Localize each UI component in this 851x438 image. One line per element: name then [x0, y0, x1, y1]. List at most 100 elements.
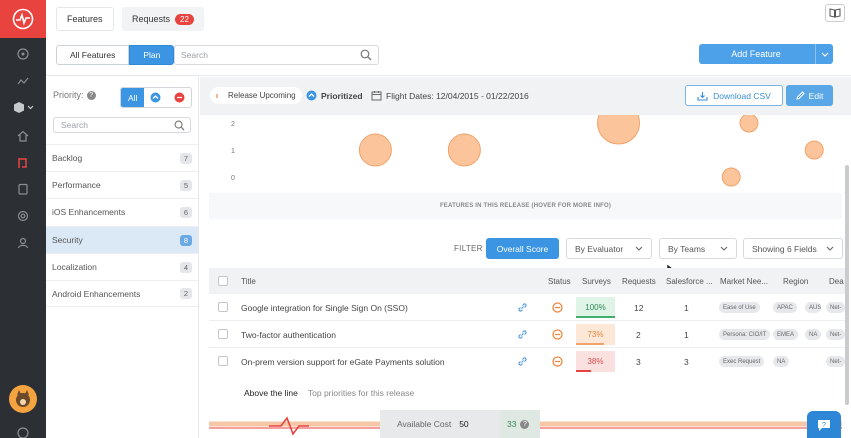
features-search-input[interactable]: Search: [174, 45, 379, 65]
priority-all-button[interactable]: All: [121, 88, 145, 107]
download-csv-label: Download CSV: [713, 90, 771, 101]
sidebar-item-label: Backlog: [52, 153, 83, 163]
tab-features[interactable]: Features: [56, 7, 114, 31]
available-cost-box: Available Cost 50 33 ?: [380, 410, 540, 438]
tab-requests[interactable]: Requests 22: [122, 7, 204, 31]
link-icon[interactable]: [517, 329, 528, 340]
filter-label: FILTER: [454, 244, 483, 253]
all-features-button[interactable]: All Features: [56, 45, 130, 65]
download-csv-button[interactable]: Download CSV: [685, 85, 783, 106]
sidebar-item-security[interactable]: Security 8: [46, 226, 198, 253]
home-icon[interactable]: [15, 128, 31, 144]
region-tag: EMEA: [773, 329, 799, 340]
row-salesforce: 3: [684, 357, 689, 367]
priority-label-text: Priority:: [53, 90, 84, 100]
avatar[interactable]: [9, 385, 37, 413]
edit-release-button[interactable]: Edit: [786, 85, 833, 106]
link-icon[interactable]: [517, 302, 528, 313]
help-icon[interactable]: ?: [86, 90, 96, 100]
help-icon[interactable]: ?: [520, 419, 530, 429]
feature-bubble[interactable]: [597, 115, 641, 145]
add-feature-label: Add Feature: [731, 49, 781, 59]
add-feature-dropdown[interactable]: [815, 44, 833, 64]
sidebar-item-label: Android Enhancements: [52, 288, 141, 299]
feature-bubble[interactable]: [804, 140, 824, 160]
row-checkbox[interactable]: [218, 329, 228, 339]
table-row[interactable]: Two-factor authentication 73% 2 1 Person…: [209, 321, 849, 348]
column-surveys[interactable]: Surveys: [582, 277, 611, 286]
sidebar-item-android-enhancements[interactable]: Android Enhancements 2: [46, 280, 198, 307]
release-status-pill: Release Upcoming: [210, 87, 302, 104]
app-logo[interactable]: [0, 0, 46, 38]
y-tick-label: 2: [231, 121, 235, 128]
column-market-need[interactable]: Market Nee...: [720, 277, 768, 286]
page-scrollbar[interactable]: [845, 165, 849, 405]
roadmap-icon[interactable]: [15, 155, 31, 171]
chevron-down-icon: [826, 246, 834, 251]
sidebar-item-backlog[interactable]: Backlog 7: [46, 144, 198, 171]
plan-button[interactable]: Plan: [129, 45, 175, 65]
status-icon: [552, 329, 563, 340]
by-teams-dropdown[interactable]: By Teams: [659, 238, 737, 259]
feature-bubble[interactable]: [739, 115, 759, 133]
arrow-up-icon: [150, 92, 161, 103]
column-deal[interactable]: Dea: [829, 277, 844, 286]
row-title[interactable]: Two-factor authentication: [241, 330, 336, 340]
fields-dropdown[interactable]: Showing 6 Fields: [743, 238, 843, 259]
sidebar-item-ios-enhancements[interactable]: iOS Enhancements 6: [46, 198, 198, 225]
above-line-label: Above the line: [244, 388, 298, 398]
available-cost-label: Available Cost: [397, 419, 452, 429]
table-row[interactable]: On-prem version support for eGate Paymen…: [209, 348, 849, 375]
sidebar-item-localization[interactable]: Localization 4: [46, 253, 198, 280]
column-title[interactable]: Title: [241, 277, 256, 286]
search-icon: [360, 49, 372, 61]
cube-icon[interactable]: [12, 99, 36, 115]
row-checkbox[interactable]: [218, 356, 228, 366]
row-checkbox[interactable]: [218, 302, 228, 312]
nav-rail: [0, 0, 46, 438]
overall-score-button[interactable]: Overall Score: [486, 238, 559, 259]
column-requests[interactable]: Requests: [622, 277, 656, 286]
clipboard-icon[interactable]: [15, 181, 31, 197]
activity-icon[interactable]: [15, 73, 31, 89]
docs-button[interactable]: [825, 4, 845, 22]
users-icon[interactable]: [15, 235, 31, 251]
column-status[interactable]: Status: [548, 277, 571, 286]
cost-alt-box: 33 ?: [500, 410, 540, 438]
deal-tag: Net-: [826, 329, 846, 340]
row-salesforce: 1: [684, 303, 689, 313]
deal-tag: Net-: [826, 356, 846, 367]
table-row[interactable]: Google integration for Single Sign On (S…: [209, 294, 849, 321]
priority-down-button[interactable]: [168, 88, 191, 107]
column-region[interactable]: Region: [783, 277, 808, 286]
feature-bubble[interactable]: [447, 133, 481, 167]
by-evaluator-dropdown[interactable]: By Evaluator: [566, 238, 652, 259]
select-all-checkbox[interactable]: [218, 276, 228, 286]
row-title[interactable]: Google integration for Single Sign On (S…: [241, 303, 408, 313]
minus-circle-icon: [174, 92, 185, 103]
sidebar-item-count: 5: [179, 179, 192, 191]
chat-support-button[interactable]: ?: [807, 411, 841, 438]
status-icon: [552, 356, 563, 367]
feature-bubble[interactable]: [358, 133, 392, 167]
market-need-tag: Ease of Use: [719, 302, 760, 313]
add-feature-button[interactable]: Add Feature: [699, 44, 833, 64]
help-icon[interactable]: [15, 425, 31, 438]
chevron-down-icon: [821, 52, 828, 57]
sidebar-item-performance[interactable]: Performance 5: [46, 171, 198, 198]
sidebar-item-label: Security: [52, 235, 83, 245]
globe-icon[interactable]: [15, 46, 31, 62]
top-bar: Features Requests 22: [46, 0, 851, 38]
priority-up-button[interactable]: [144, 88, 167, 107]
settings-icon[interactable]: [15, 208, 31, 224]
column-salesforce[interactable]: Salesforce ...: [666, 277, 713, 286]
sidebar-item-label: Performance: [52, 180, 101, 190]
prioritized-text: Prioritized: [321, 90, 363, 101]
survey-value: 38%: [587, 357, 604, 366]
feature-bubble[interactable]: [721, 167, 741, 187]
sidebar-search-input[interactable]: Search: [53, 117, 191, 133]
link-icon[interactable]: [517, 356, 528, 367]
priority-filter-label: Priority: ?: [53, 90, 96, 100]
chat-icon: ?: [818, 419, 830, 431]
row-title[interactable]: On-prem version support for eGate Paymen…: [241, 357, 445, 367]
